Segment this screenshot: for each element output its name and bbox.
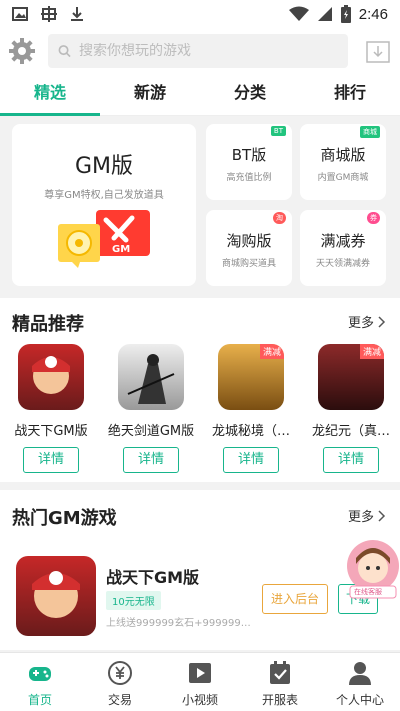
tab-new-games[interactable]: 新游	[100, 74, 200, 115]
nav-trade-label: 交易	[107, 693, 132, 707]
customer-service-label: 在线客服	[354, 588, 382, 596]
top-header	[0, 28, 400, 74]
game-icon	[18, 344, 84, 410]
hot-gm-more-label: 更多	[347, 510, 374, 525]
search-icon	[58, 45, 71, 58]
coupon-badge: 券	[367, 212, 380, 224]
category-mall-title: 商城版	[320, 146, 366, 164]
category-coupon-card[interactable]: 券 满减券 天天领满减券	[300, 210, 386, 286]
nav-videos-label: 小视频	[181, 693, 218, 707]
category-taobuy-card[interactable]: 淘 淘购版 商城购买道具	[206, 210, 292, 286]
tab-categories[interactable]: 分类	[200, 74, 300, 115]
game-details-button[interactable]: 详情	[323, 447, 379, 473]
nav-server-schedule-label: 开服表	[261, 693, 298, 707]
top-tabs: 精选 新游 分类 排行	[0, 74, 400, 116]
hot-game-name: 战天下GM版	[106, 568, 200, 587]
bottom-nav: 首页 交易 小视频 开服表 个人中心	[0, 652, 400, 711]
game-card[interactable]: 满减 龙纪元（真… 详情	[306, 344, 396, 473]
battery-icon	[340, 5, 351, 23]
game-card[interactable]: 战天下GM版 详情	[6, 344, 96, 473]
game-details-button[interactable]: 详情	[23, 447, 79, 473]
recommended-title: 精品推荐	[12, 314, 84, 335]
category-grid: GM版 尊享GM特权,自己发放道具 GM BT BT版 高充值比例 商城 商城版…	[0, 116, 400, 294]
category-bt-subtitle: 高充值比例	[226, 173, 272, 183]
tab-featured[interactable]: 精选	[0, 74, 100, 116]
video-play-icon	[189, 663, 211, 683]
game-icon	[118, 344, 184, 410]
game-card[interactable]: 满减 龙城秘境（… 详情	[206, 344, 296, 473]
hot-game-tag: 10元无限	[106, 591, 161, 610]
category-bt-card[interactable]: BT BT版 高充值比例	[206, 124, 292, 200]
game-name: 战天下GM版	[14, 424, 88, 439]
nav-home-label: 首页	[27, 693, 52, 707]
hot-gm-section: 热门GM游戏 更多 战天下GM版 10元无限 上线送999999玄石+99999…	[0, 490, 400, 650]
nav-videos[interactable]: 小视频	[160, 653, 240, 711]
hot-gm-title: 热门GM游戏	[12, 508, 117, 529]
chevron-right-icon	[378, 315, 386, 328]
recommended-games-row: 战天下GM版 详情 绝天剑道GM版 详情 满减 龙城秘境（… 详情 满减 龙纪元…	[0, 344, 400, 474]
game-icon: 满减	[318, 344, 384, 410]
nav-home[interactable]: 首页	[0, 653, 80, 711]
category-gm-subtitle: 尊享GM特权,自己发放道具	[44, 190, 164, 201]
gamepad-icon	[29, 667, 51, 681]
nav-profile-label: 个人中心	[335, 693, 384, 707]
game-name: 龙纪元（真…	[311, 424, 390, 439]
bt-badge: BT	[270, 126, 286, 136]
search-input[interactable]	[78, 43, 338, 59]
hot-gm-more-link[interactable]: 更多	[348, 506, 386, 525]
category-bt-title: BT版	[231, 146, 267, 164]
calendar-check-icon	[270, 661, 290, 684]
search-bar[interactable]	[48, 34, 348, 68]
nav-trade[interactable]: 交易	[80, 653, 160, 711]
chevron-right-icon	[378, 509, 386, 522]
game-card[interactable]: 绝天剑道GM版 详情	[106, 344, 196, 473]
image-icon	[12, 7, 28, 21]
taobuy-badge: 淘	[273, 212, 286, 224]
category-gm-title: GM版	[74, 154, 134, 179]
nav-server-schedule[interactable]: 开服表	[240, 653, 320, 711]
user-icon	[349, 662, 371, 685]
wifi-icon	[288, 6, 309, 21]
category-mall-subtitle: 内置GM商城	[317, 173, 369, 183]
category-gm-card[interactable]: GM版 尊享GM特权,自己发放道具 GM	[12, 124, 196, 286]
download-status-icon	[71, 7, 83, 21]
hot-game-item[interactable]: 战天下GM版 10元无限 上线送999999玄石+999999… 进入后台 下载	[16, 556, 386, 636]
game-details-button[interactable]: 详情	[123, 447, 179, 473]
recommended-more-link[interactable]: 更多	[348, 312, 386, 331]
game-name: 龙城秘境（…	[211, 424, 290, 439]
gm-tools-icon: GM	[58, 210, 150, 268]
enter-backend-button[interactable]: 进入后台	[262, 584, 328, 614]
bug-icon	[41, 6, 57, 22]
customer-service-float[interactable]: 在线客服	[346, 540, 400, 600]
category-coupon-title: 满减券	[320, 232, 366, 250]
category-taobuy-title: 淘购版	[226, 232, 272, 250]
status-bar: 2:46	[0, 0, 400, 28]
tab-ranking[interactable]: 排行	[300, 74, 400, 115]
discount-tag: 满减	[259, 344, 284, 359]
hot-game-icon	[16, 556, 96, 636]
hot-game-desc: 上线送999999玄石+999999…	[106, 618, 251, 629]
recommended-section: 精品推荐 更多 战天下GM版 详情 绝天剑道GM版 详情 满减 龙城秘境（… 详…	[0, 298, 400, 482]
nav-profile[interactable]: 个人中心	[320, 653, 400, 711]
game-details-button[interactable]: 详情	[223, 447, 279, 473]
svg-text:GM: GM	[112, 244, 130, 255]
game-icon: 满减	[218, 344, 284, 410]
download-manager-icon[interactable]	[364, 37, 392, 65]
yen-coin-icon	[108, 661, 132, 685]
category-coupon-subtitle: 天天领满减券	[315, 259, 370, 269]
game-name: 绝天剑道GM版	[107, 424, 195, 439]
category-mall-card[interactable]: 商城 商城版 内置GM商城	[300, 124, 386, 200]
mall-badge: 商城	[360, 126, 380, 138]
recommended-more-label: 更多	[347, 316, 374, 331]
discount-tag: 满减	[359, 344, 384, 359]
signal-icon	[317, 7, 332, 21]
category-taobuy-subtitle: 商城购买道具	[221, 259, 276, 269]
status-time: 2:46	[358, 5, 388, 23]
gear-icon[interactable]	[8, 37, 36, 65]
